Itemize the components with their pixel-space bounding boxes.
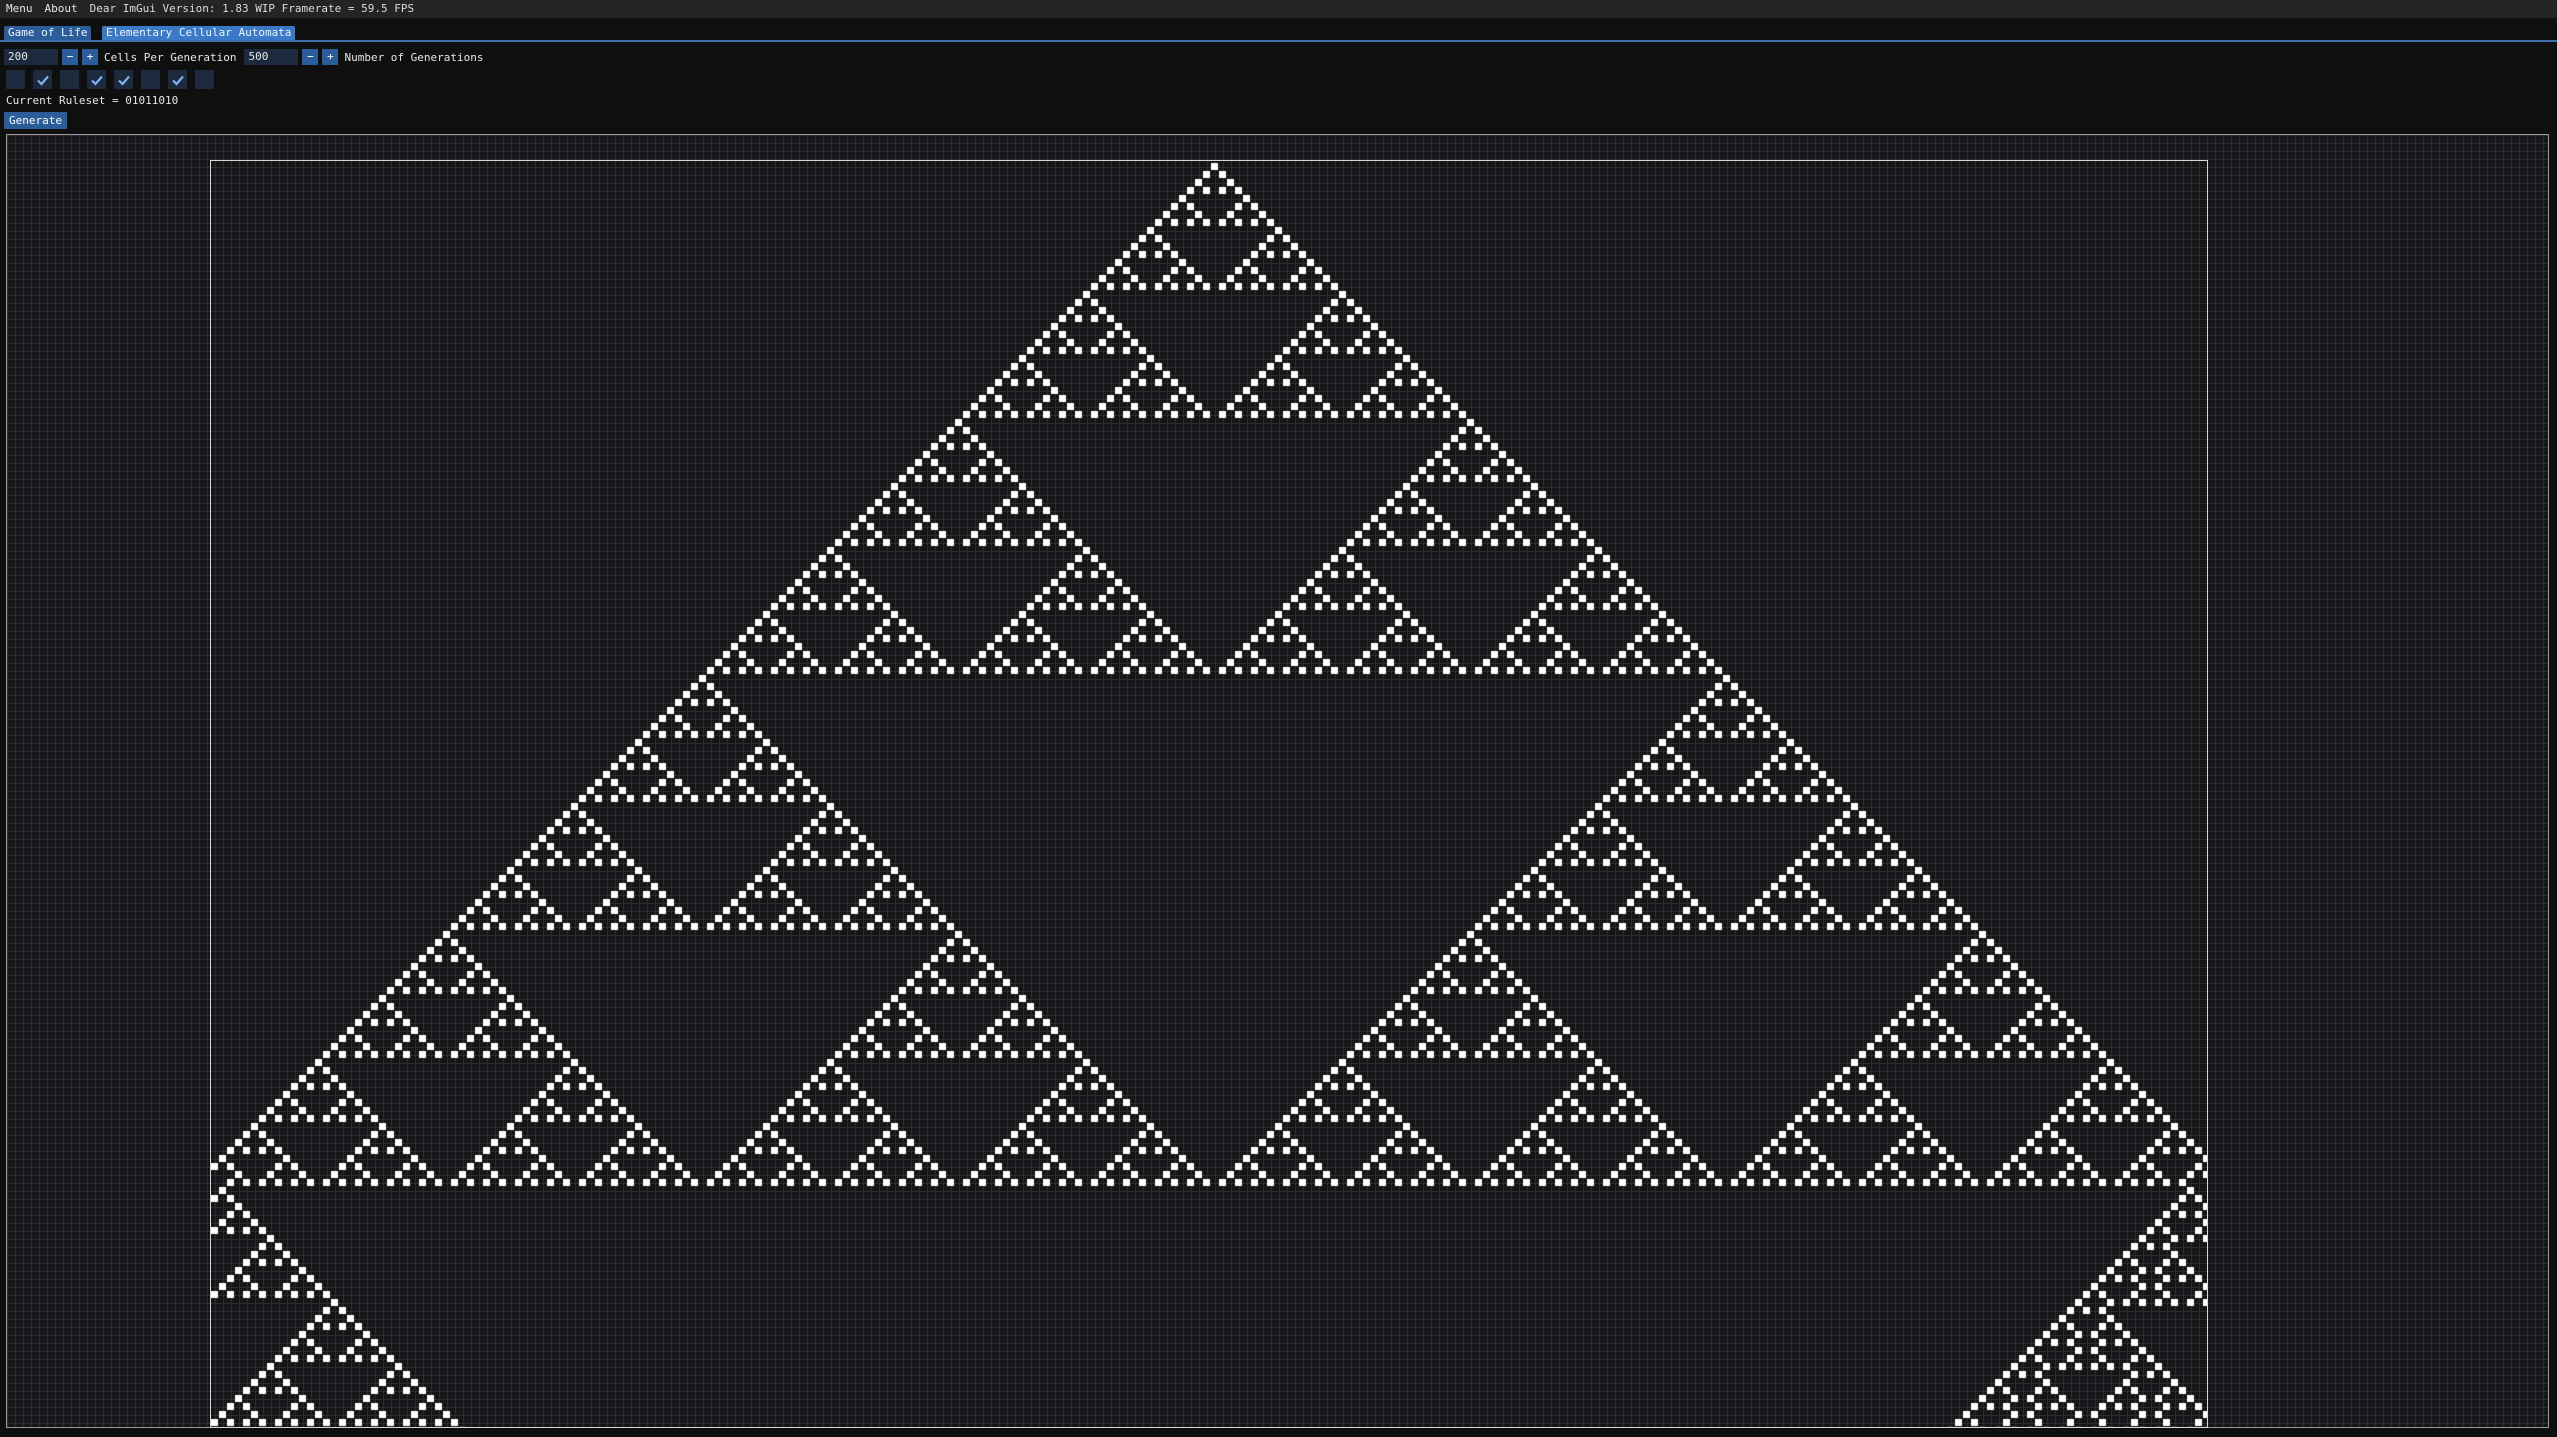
version-framerate-text: Dear ImGui Version: 1.83 WIP Framerate =… — [89, 2, 415, 15]
generation-controls: 200 − + Cells Per Generation 500 − + Num… — [4, 48, 488, 66]
number-of-generations-label: Number of Generations — [344, 50, 484, 64]
rule-bit-checkboxes — [6, 70, 214, 89]
rule-bit-checkbox-3[interactable] — [87, 70, 106, 89]
tab-elementary-cellular-automata[interactable]: Elementary Cellular Automata — [102, 26, 296, 40]
tab-bar: Game of Life Elementary Cellular Automat… — [0, 24, 2557, 42]
generations-decrement-button[interactable]: − — [302, 49, 319, 65]
current-ruleset-text: Current Ruleset = 01011010 — [6, 94, 179, 107]
checkmark-icon — [36, 75, 49, 86]
cells-increment-button[interactable]: + — [82, 49, 98, 65]
menu-item-about[interactable]: About — [39, 0, 84, 18]
menu-item-menu[interactable]: Menu — [0, 0, 39, 18]
number-of-generations-input[interactable]: 500 — [244, 49, 299, 65]
cells-decrement-button[interactable]: − — [62, 49, 78, 65]
generations-increment-button[interactable]: + — [322, 49, 339, 65]
rule-bit-checkbox-0[interactable] — [6, 70, 25, 89]
rule-bit-checkbox-1[interactable] — [33, 70, 52, 89]
checkmark-icon — [117, 75, 130, 86]
tab-game-of-life[interactable]: Game of Life — [4, 26, 92, 40]
generate-button[interactable]: Generate — [4, 112, 67, 129]
automaton-cells — [211, 161, 2207, 1427]
rule-bit-checkbox-5[interactable] — [141, 70, 160, 89]
automaton-grid-frame — [210, 160, 2208, 1428]
rule-bit-checkbox-6[interactable] — [168, 70, 187, 89]
checkmark-icon — [90, 75, 103, 86]
cells-per-generation-label: Cells Per Generation — [104, 50, 237, 64]
main-menubar: Menu About Dear ImGui Version: 1.83 WIP … — [0, 0, 2557, 18]
rule-bit-checkbox-7[interactable] — [195, 70, 214, 89]
checkmark-icon — [171, 75, 184, 86]
rule-bit-checkbox-4[interactable] — [114, 70, 133, 89]
rule-bit-checkbox-2[interactable] — [60, 70, 79, 89]
cells-per-generation-input[interactable]: 200 — [4, 49, 58, 65]
